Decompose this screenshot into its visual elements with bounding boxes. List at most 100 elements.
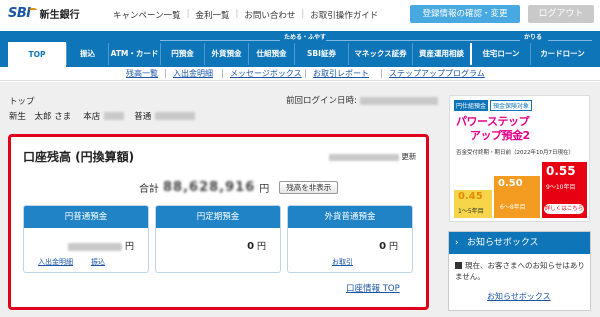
account-number-redacted — [155, 112, 196, 120]
group-line — [548, 40, 592, 41]
divider: | — [235, 9, 239, 19]
logout-button[interactable]: ログアウト — [528, 5, 594, 23]
nav-tab-monex[interactable]: マネックス証券 — [348, 43, 412, 65]
rate-period: 1〜5年目 — [458, 208, 484, 215]
card-value: 円 — [68, 239, 134, 252]
news-box-link[interactable]: お知らせボックス — [487, 291, 551, 302]
nav-tab-transfer[interactable]: 振込 — [66, 43, 108, 65]
card-value: 0 円 — [247, 239, 266, 252]
transfer-link[interactable]: 振込 — [91, 257, 105, 267]
branch-value-redacted — [104, 112, 125, 120]
last-login-value-redacted — [359, 96, 438, 105]
nav-group-tameru: ためる・ふやす — [284, 34, 327, 41]
top-links: キャンペーン一覧 | 金利一覧 | お問い合わせ | お取引操作ガイド — [113, 9, 378, 21]
divider — [165, 69, 166, 78]
nav-tab-asset-consult[interactable]: 資産運用相談 — [412, 43, 470, 65]
yen-savings-card: 円普通預金 円 入出金明細 振込 — [23, 205, 149, 273]
promo-subtext: 否金受付終期・期日前（2022年10月7日現在） — [456, 150, 574, 156]
updated-suffix: 更新 — [401, 152, 417, 161]
group-line — [160, 40, 280, 41]
news-header: › お知らせボックス — [449, 232, 590, 254]
transactions-link[interactable]: 入出金明細 — [38, 257, 73, 267]
updated-time-redacted — [329, 153, 399, 161]
news-message: 現在、お客さまへのお知らせはありません。 — [455, 260, 587, 282]
rate-step-1: 0.45 1〜5年目 — [454, 190, 492, 218]
logo-mark: SBI — [8, 6, 31, 21]
logo-swoosh-icon — [28, 7, 37, 12]
subnav-stepup-program[interactable]: ステップアッププログラム — [389, 68, 485, 79]
chevron-right-icon: › — [455, 238, 459, 248]
total-amount: 88,628,916 — [163, 180, 256, 195]
yen-time-deposit-card: 円定期預金 0 円 — [155, 205, 281, 273]
news-box: › お知らせボックス 現在、お客さまへのお知らせはありません。 お知らせボックス — [448, 231, 591, 311]
nav-group-kariru: かりる — [524, 34, 543, 41]
news-title: お知らせボックス — [467, 238, 539, 248]
subnav-message-box[interactable]: メッセージボックス — [230, 68, 302, 79]
card-unit: 円 — [256, 242, 266, 252]
rate-value: 0.55 — [546, 164, 576, 178]
rate-period: 9〜10年目 — [546, 184, 576, 191]
card-amount-redacted — [68, 242, 123, 251]
card-title: 外貨普通預金 — [288, 206, 412, 228]
card-links: 入出金明細 振込 — [38, 257, 105, 267]
divider: | — [301, 9, 305, 19]
sub-nav: 残高一覧 入出金明細 メッセージボックス お取引レポート ステップアッププログラ… — [0, 67, 600, 81]
nav-tab-sbi-securities[interactable]: SBI証券 — [294, 43, 348, 65]
register-info-button[interactable]: 登録情報の確認・変更 — [410, 5, 520, 23]
divider — [305, 69, 306, 78]
divider: | — [186, 9, 190, 19]
guide-link[interactable]: お取引操作ガイド — [310, 9, 378, 21]
account-summary: 新生 太郎 さま 本店 普通 — [9, 110, 196, 122]
total-unit: 円 — [259, 184, 270, 195]
total-label: 合計 — [139, 184, 159, 195]
rate-value: 0.45 — [458, 191, 483, 202]
last-login: 前回ログイン日時: — [286, 94, 438, 106]
promo-rate-steps: 0.45 1〜5年目 0.50 6〜8年目 0.55 9〜10年目 詳しくはこち… — [454, 162, 587, 218]
hide-balance-button[interactable]: 残高を非表示 — [279, 181, 339, 194]
nav-tab-card-loan[interactable]: カードローン — [530, 43, 594, 65]
promo-tags: 円仕組預金 預金保険対象 — [454, 100, 533, 111]
nav-tab-structured-deposit[interactable]: 仕組預金 — [248, 43, 294, 65]
last-login-label: 前回ログイン日時: — [286, 96, 357, 106]
main-nav: ためる・ふやす かりる TOP 振込 ATM・カード 円預金 外貨預金 仕組預金… — [0, 31, 600, 67]
breadcrumb: トップ — [9, 97, 35, 107]
rate-value: 0.50 — [498, 178, 523, 189]
rate-period: 6〜8年目 — [500, 204, 526, 211]
trade-link[interactable]: お取引 — [332, 257, 353, 267]
subnav-report[interactable]: お取引レポート — [313, 68, 369, 79]
promo-tag-insured: 預金保険対象 — [490, 100, 533, 111]
subnav-balance-list[interactable]: 残高一覧 — [126, 68, 158, 79]
bullet-icon — [455, 262, 462, 269]
nav-tab-foreign-deposit[interactable]: 外貨預金 — [204, 43, 248, 65]
account-type: 普通 — [134, 112, 152, 122]
header: SBI 新生銀行 キャンペーン一覧 | 金利一覧 | お問い合わせ | お取引操… — [0, 0, 600, 30]
card-value: 0 円 — [379, 239, 398, 252]
nav-tab-housing-loan[interactable]: 住宅ローン — [470, 43, 530, 65]
promo-more-button[interactable]: 詳しくはこちら — [544, 204, 584, 214]
card-unit: 円 — [388, 242, 398, 252]
balance-title: 口座残高 (円換算額) — [23, 150, 135, 164]
subnav-transactions[interactable]: 入出金明細 — [173, 68, 213, 79]
sbi-shinsei-logo[interactable]: SBI 新生銀行 — [8, 6, 80, 21]
divider — [222, 69, 223, 78]
account-info-top-link[interactable]: 口座情報 TOP — [346, 282, 400, 294]
card-title: 円普通預金 — [24, 206, 148, 228]
nav-tab-yen-deposit[interactable]: 円預金 — [160, 43, 204, 65]
rate-list-link[interactable]: 金利一覧 — [195, 9, 229, 21]
contact-link[interactable]: お問い合わせ — [244, 9, 295, 21]
total-balance: 合計 88,628,916 円 残高を非表示 — [139, 180, 339, 195]
nav-tab-top[interactable]: TOP — [8, 39, 66, 67]
group-line — [500, 40, 520, 41]
promo-headline-2: アップ預金2 — [470, 129, 530, 142]
card-title: 円定期預金 — [156, 206, 280, 228]
rate-step-2: 0.50 6〜8年目 — [494, 176, 540, 218]
balance-panel: 口座残高 (円換算額) 更新 合計 88,628,916 円 残高を非表示 円普… — [8, 134, 429, 310]
foreign-savings-card: 外貨普通預金 0 円 お取引 — [287, 205, 413, 273]
campaign-list-link[interactable]: キャンペーン一覧 — [113, 9, 181, 21]
group-line — [326, 40, 506, 41]
promo-banner[interactable]: 円仕組預金 預金保険対象 パワーステップ アップ預金2 否金受付終期・期日前（2… — [449, 95, 590, 222]
nav-tab-atm-card[interactable]: ATM・カード — [108, 43, 160, 65]
card-unit: 円 — [124, 242, 134, 252]
news-text: 現在、お客さまへのお知らせはありません。 — [455, 261, 585, 281]
branch-label: 本店 — [83, 112, 101, 122]
